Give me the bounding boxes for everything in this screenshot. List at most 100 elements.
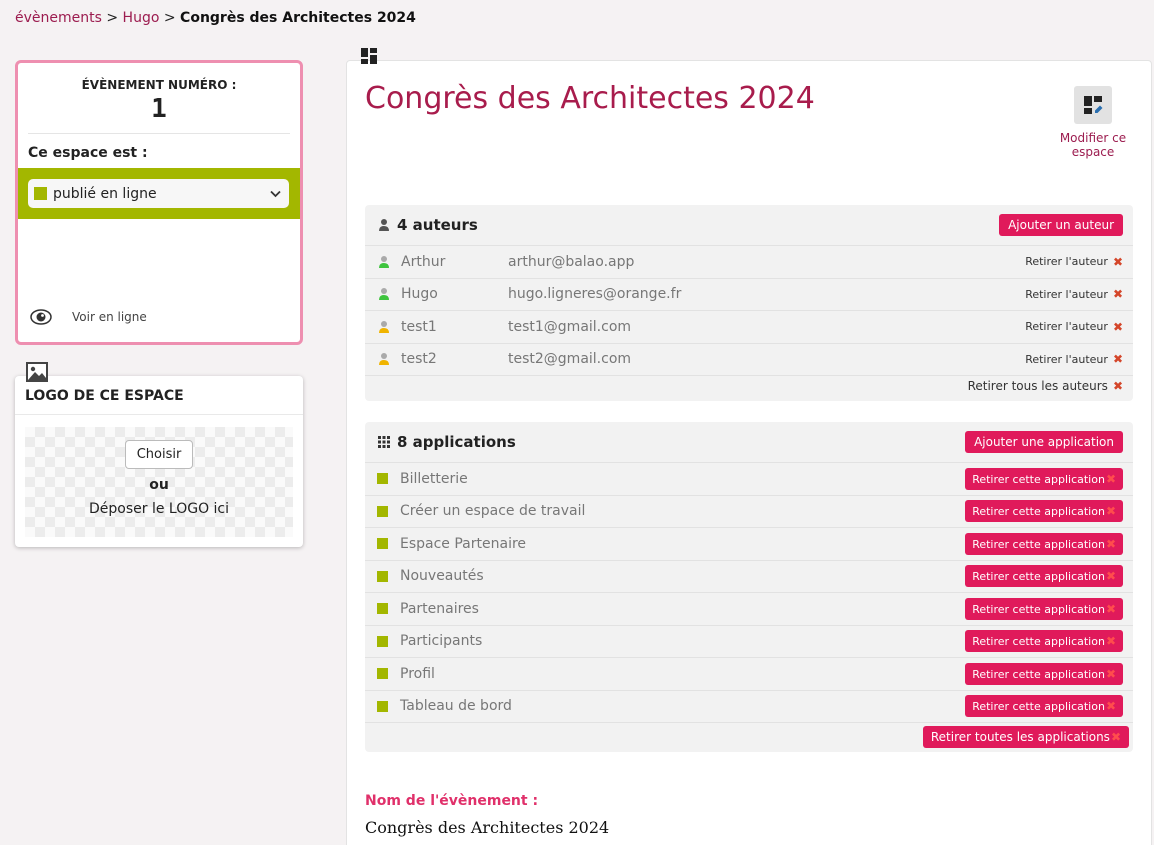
author-row: Arthur arthur@balao.app Retirer l'auteur ✖ [365,246,1133,279]
remove-application-button[interactable]: Retirer cette application✖ [965,467,1123,490]
close-icon: ✖ [1110,730,1121,744]
logo-drop-zone[interactable]: Choisir ou Déposer le LOGO ici [25,427,293,537]
author-name: Hugo [401,286,438,303]
add-author-button[interactable]: Ajouter un auteur [999,214,1123,236]
state-select-value: publié en ligne [53,185,157,202]
close-icon: ✖ [1112,319,1123,334]
event-number-label: ÉVÈNEMENT NUMÉRO : [81,78,237,92]
event-name-label: Nom de l'évènement : [365,793,539,809]
remove-author-button[interactable]: Retirer l'auteur ✖ [1025,320,1123,334]
application-row: Partenaires Retirer cette application✖ [365,593,1133,626]
remove-author-label: Retirer l'auteur [1025,287,1108,301]
application-row: Espace Partenaire Retirer cette applicati… [365,528,1133,561]
application-status-square-icon [377,473,388,485]
remove-all-authors-button[interactable]: Retirer tous les auteurs ✖ [968,379,1123,393]
remove-application-label: Retirer cette application [972,472,1105,486]
remove-application-label: Retirer cette application [972,667,1105,681]
remove-all-applications-button[interactable]: Retirer toutes les applications✖ [922,726,1129,748]
remove-application-button[interactable]: Retirer cette application✖ [965,630,1123,653]
remove-all-applications-label: Retirer toutes les applications [930,730,1110,744]
view-online-link[interactable]: Voir en ligne [30,308,147,326]
state-band: publié en ligne [18,168,300,219]
application-status-square-icon [377,505,388,517]
author-email: hugo.ligneres@orange.fr [508,286,682,303]
user-icon [379,219,389,231]
authors-header: 4 auteurs Ajouter un auteur [365,205,1133,246]
close-icon: ✖ [1112,352,1123,367]
close-icon: ✖ [1112,287,1123,302]
close-icon: ✖ [1105,601,1116,616]
remove-application-button[interactable]: Retirer cette application✖ [965,597,1123,620]
application-row: Billetterie Retirer cette application✖ [365,463,1133,496]
applications-header: 8 applications Ajouter une application [365,422,1133,463]
breadcrumb-separator: > [106,10,119,26]
remove-application-label: Retirer cette application [972,505,1105,519]
modify-space-label: Modifier ce espace [1059,131,1127,159]
breadcrumb-separator: > [163,10,176,26]
logo-card-title: LOGO DE CE ESPACE [15,376,303,415]
remove-author-label: Retirer l'auteur [1025,320,1108,334]
remove-author-button[interactable]: Retirer l'auteur ✖ [1025,287,1123,301]
remove-application-button[interactable]: Retirer cette application✖ [965,565,1123,588]
user-status-icon [379,255,389,268]
close-icon: ✖ [1105,666,1116,681]
choose-logo-button[interactable]: Choisir [124,440,194,469]
remove-application-button[interactable]: Retirer cette application✖ [965,662,1123,685]
author-email: test1@gmail.com [508,318,632,335]
breadcrumb-events-link[interactable]: évènements [15,10,102,26]
close-icon: ✖ [1105,634,1116,649]
remove-application-button[interactable]: Retirer cette application✖ [965,500,1123,523]
add-application-button[interactable]: Ajouter une application [965,431,1123,453]
remove-all-authors-label: Retirer tous les auteurs [967,379,1108,393]
application-row: Nouveautés Retirer cette application✖ [365,561,1133,593]
close-icon: ✖ [1105,569,1116,584]
application-name: Profil [400,665,435,682]
close-icon: ✖ [1105,536,1116,551]
remove-application-label: Retirer cette application [972,537,1105,551]
main-panel: Congrès des Architectes 2024 Modifier ce… [346,60,1152,845]
remove-author-label: Retirer l'auteur [1025,255,1108,269]
event-number: 1 [151,94,167,124]
author-name: test2 [401,351,437,368]
remove-application-label: Retirer cette application [972,635,1105,649]
close-icon: ✖ [1112,254,1123,269]
remove-author-label: Retirer l'auteur [1025,352,1108,366]
applications-heading: 8 applications [397,433,516,451]
close-icon: ✖ [1105,471,1116,486]
application-name: Nouveautés [400,568,484,585]
remove-application-button[interactable]: Retirer cette application✖ [965,532,1123,555]
close-icon: ✖ [1105,504,1116,519]
breadcrumb-hugo-link[interactable]: Hugo [123,10,160,26]
author-email: arthur@balao.app [508,253,635,270]
close-icon: ✖ [1112,379,1123,393]
event-name-value: Congrès des Architectes 2024 [365,818,610,837]
grid-icon [378,436,390,448]
state-select[interactable]: publié en ligne [28,179,289,208]
application-name: Partenaires [400,600,479,617]
remove-author-button[interactable]: Retirer l'auteur ✖ [1025,352,1123,366]
author-row: Hugo hugo.ligneres@orange.fr Retirer l'aut… [365,279,1133,311]
author-email: test2@gmail.com [508,351,632,368]
user-status-icon [379,320,389,333]
edit-dashboard-icon-box [1074,86,1112,124]
authors-heading: 4 auteurs [397,216,478,234]
breadcrumb: évènements > Hugo > Congrès des Architec… [15,10,416,26]
user-status-icon [379,353,389,366]
application-name: Participants [400,633,483,650]
modify-space-button[interactable]: Modifier ce espace [1050,86,1136,159]
breadcrumb-current: Congrès des Architectes 2024 [180,10,416,26]
view-online-label: Voir en ligne [72,310,147,324]
remove-author-button[interactable]: Retirer l'auteur ✖ [1025,255,1123,269]
event-card: ÉVÈNEMENT NUMÉRO : 1 Ce espace est : pub… [15,60,303,345]
application-row: Tableau de bord Retirer cette application… [365,691,1133,723]
divider [28,133,290,134]
application-row: Créer un espace de travail Retirer cette … [365,496,1133,528]
page-title: Congrès des Architectes 2024 [365,81,815,116]
dashboard-icon[interactable] [360,47,378,65]
application-status-square-icon [377,700,388,712]
remove-application-button[interactable]: Retirer cette application✖ [965,695,1123,718]
drop-logo-text: Déposer le LOGO ici [88,501,230,517]
application-name: Espace Partenaire [400,535,527,552]
close-icon: ✖ [1105,699,1116,714]
logo-card: LOGO DE CE ESPACE Choisir ou Déposer le … [15,376,303,547]
